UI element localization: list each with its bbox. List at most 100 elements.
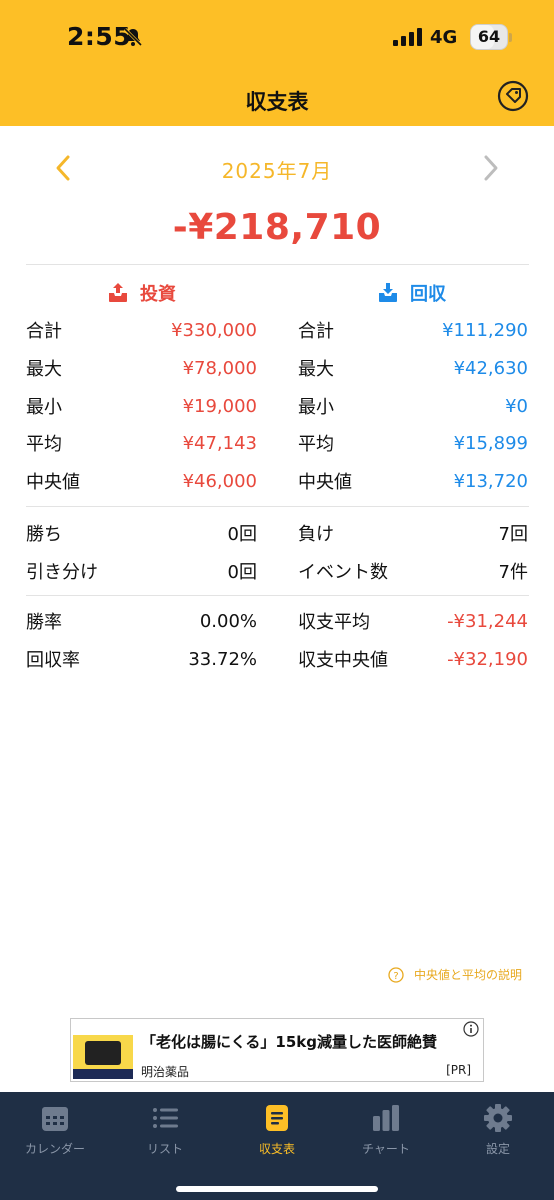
- network-type: 4G: [430, 27, 458, 48]
- stat-label: 中央値: [298, 472, 352, 493]
- battery-level: 64: [477, 27, 501, 46]
- info-icon[interactable]: [463, 1021, 479, 1037]
- stat-value: -¥31,244: [447, 610, 528, 632]
- invest-title: 投資: [140, 284, 176, 305]
- price-tag-icon[interactable]: [497, 80, 529, 112]
- document-icon: [266, 1105, 288, 1131]
- stat-value: -¥32,190: [447, 648, 528, 670]
- invest-row-min: 最小 ¥19,000: [26, 392, 257, 420]
- stat-value: ¥111,290: [442, 319, 528, 341]
- chevron-right-icon[interactable]: [480, 154, 502, 182]
- divider: [26, 264, 529, 265]
- cellular-signal-icon: [393, 28, 423, 46]
- stat-label: 勝ち: [26, 524, 62, 545]
- stat-label: 合計: [298, 321, 334, 342]
- download-tray-icon: [379, 283, 397, 302]
- stat-label: 回収率: [26, 650, 80, 671]
- battery-nub: [509, 33, 512, 42]
- stat-label: 中央値: [26, 472, 80, 493]
- recovery-row-min: 最小 ¥0: [298, 392, 528, 420]
- bell-muted-icon: [123, 27, 143, 47]
- tab-settings[interactable]: 設定: [448, 1102, 548, 1157]
- stat-value: 33.72%: [188, 648, 257, 670]
- result-row-events: イベント数 7件: [298, 557, 528, 585]
- recovery-row-median: 中央値 ¥13,720: [298, 467, 528, 495]
- divider: [26, 595, 529, 596]
- recovery-row-total: 合計 ¥111,290: [298, 316, 528, 344]
- tab-bar: カレンダー リスト 収支表 チャート 設定: [0, 1092, 554, 1200]
- question-circle-icon: ?: [388, 966, 404, 983]
- tab-label: チャート: [362, 1142, 410, 1156]
- ad-image: [73, 1021, 133, 1079]
- ad-headline: 「老化は腸にくる」15kg減量した医師絶賛: [141, 1033, 437, 1051]
- tab-label: 収支表: [258, 1142, 295, 1156]
- list-icon: [153, 1108, 178, 1128]
- stat-label: 最小: [298, 397, 334, 418]
- stat-label: 最大: [298, 359, 334, 380]
- stat-label: イベント数: [298, 562, 388, 583]
- stat-value: ¥19,000: [182, 395, 257, 417]
- svg-text:?: ?: [393, 971, 398, 982]
- page-title: 収支表: [245, 90, 309, 114]
- stat-label: 最小: [26, 397, 62, 418]
- stat-label: 合計: [26, 321, 62, 342]
- recovery-header: 回収: [376, 278, 446, 308]
- gear-icon: [484, 1104, 512, 1132]
- rate-row-win-rate: 勝率 0.00%: [26, 607, 257, 635]
- stat-label: 平均: [298, 434, 334, 455]
- stat-label: 負け: [298, 524, 334, 545]
- divider: [26, 506, 529, 507]
- explain-link-label: 中央値と平均の説明: [414, 968, 523, 982]
- stat-label: 引き分け: [26, 562, 98, 583]
- stat-label: 最大: [26, 359, 62, 380]
- tab-chart[interactable]: チャート: [336, 1102, 436, 1157]
- invest-row-max: 最大 ¥78,000: [26, 354, 257, 382]
- recovery-row-max: 最大 ¥42,630: [298, 354, 528, 382]
- tab-balance-sheet[interactable]: 収支表: [227, 1102, 327, 1157]
- rate-row-balance-average: 収支平均 -¥31,244: [298, 607, 528, 635]
- ad-sponsor: 明治薬品: [141, 1065, 190, 1079]
- stat-value: 0回: [227, 524, 257, 545]
- stat-value: ¥330,000: [171, 319, 257, 341]
- stat-value: 7件: [498, 562, 528, 583]
- stat-value: 0回: [227, 562, 257, 583]
- ad-banner[interactable]: 「老化は腸にくる」15kg減量した医師絶賛 明治薬品 [PR]: [70, 1018, 484, 1082]
- invest-row-total: 合計 ¥330,000: [26, 316, 257, 344]
- tab-calendar[interactable]: カレンダー: [5, 1102, 105, 1157]
- invest-row-median: 中央値 ¥46,000: [26, 467, 257, 495]
- month-navigator: 2025年7月: [0, 148, 554, 188]
- result-row-wins: 勝ち 0回: [26, 519, 257, 547]
- result-row-draws: 引き分け 0回: [26, 557, 257, 585]
- stat-value: ¥47,143: [182, 432, 257, 454]
- rate-row-balance-median: 収支中央値 -¥32,190: [298, 645, 528, 673]
- stat-value: ¥0: [505, 395, 528, 417]
- stat-value: ¥15,899: [453, 432, 528, 454]
- tab-label: 設定: [485, 1142, 510, 1156]
- tab-list[interactable]: リスト: [115, 1102, 215, 1157]
- stat-value: 0.00%: [199, 610, 257, 632]
- home-indicator: [176, 1186, 378, 1192]
- calendar-icon: [42, 1107, 68, 1131]
- upload-tray-icon: [109, 283, 127, 302]
- stat-value: ¥46,000: [182, 470, 257, 492]
- ad-pr-label: [PR]: [446, 1063, 471, 1077]
- bar-chart-icon: [373, 1105, 399, 1131]
- app-header: 2:55 4G 64 収支表: [0, 0, 554, 126]
- median-average-explain-link[interactable]: ? 中央値と平均の説明: [388, 966, 522, 983]
- invest-row-average: 平均 ¥47,143: [26, 429, 257, 457]
- status-bar: 2:55 4G 64: [0, 0, 554, 74]
- recovery-title: 回収: [410, 284, 446, 305]
- stat-label: 勝率: [26, 612, 62, 633]
- net-balance: -¥218,710: [172, 207, 382, 248]
- tab-label: カレンダー: [24, 1142, 85, 1156]
- stat-value: 7回: [498, 524, 528, 545]
- month-label: 2025年7月: [221, 159, 333, 183]
- stat-value: ¥42,630: [453, 357, 528, 379]
- tab-label: リスト: [146, 1142, 183, 1156]
- stat-label: 平均: [26, 434, 62, 455]
- stat-value: ¥13,720: [453, 470, 528, 492]
- battery-icon: 64: [470, 24, 508, 50]
- stat-label: 収支平均: [298, 612, 370, 633]
- rate-row-recovery-rate: 回収率 33.72%: [26, 645, 257, 673]
- stat-value: ¥78,000: [182, 357, 257, 379]
